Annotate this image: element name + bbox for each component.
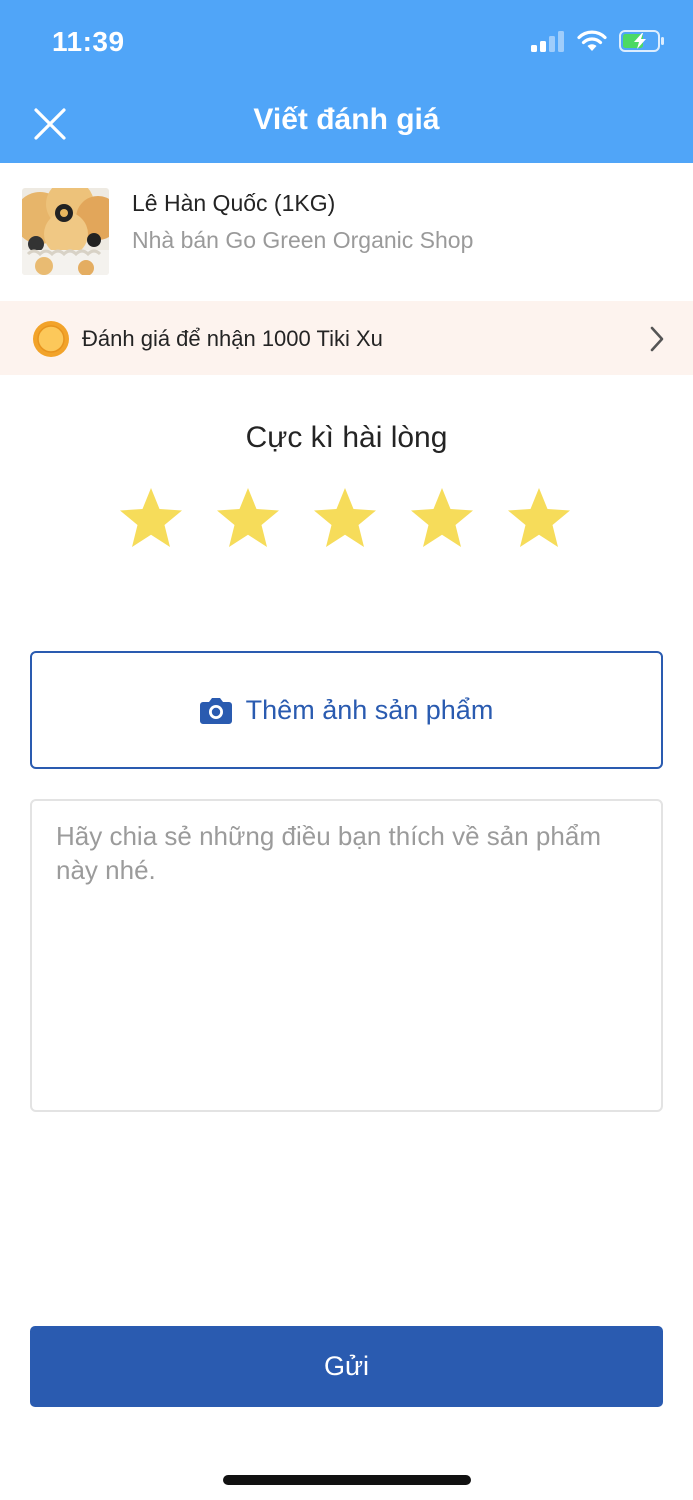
signal-icon: [531, 31, 564, 52]
chevron-right-icon: [650, 326, 664, 352]
star-2-icon[interactable]: [215, 486, 281, 552]
rating-label: Cực kì hài lòng: [245, 421, 448, 454]
add-photo-label: Thêm ảnh sản phẩm: [245, 694, 494, 725]
star-5-icon[interactable]: [506, 486, 572, 552]
reward-banner[interactable]: Đánh giá để nhận 1000 Tiki Xu: [0, 301, 693, 375]
product-thumbnail: [22, 188, 109, 275]
review-textarea[interactable]: [32, 801, 661, 1110]
star-3-icon[interactable]: [312, 486, 378, 552]
review-field-wrapper: [30, 799, 663, 1112]
coin-icon: [33, 321, 69, 357]
submit-button[interactable]: Gửi: [30, 1326, 663, 1407]
add-photo-button[interactable]: Thêm ảnh sản phẩm: [30, 651, 663, 769]
page-title: Viết đánh giá: [253, 103, 440, 136]
status-time: 11:39: [52, 26, 125, 57]
battery-charging-icon: [619, 30, 664, 52]
product-name: Lê Hàn Quốc (1KG): [132, 190, 336, 216]
wifi-icon: [577, 30, 607, 51]
seller-name: Nhà bán Go Green Organic Shop: [132, 227, 474, 253]
star-1-icon[interactable]: [118, 486, 184, 552]
app-header: 11:39 Viết đánh giá: [0, 0, 693, 163]
star-4-icon[interactable]: [409, 486, 475, 552]
product-summary: Lê Hàn Quốc (1KG) Nhà bán Go Green Organ…: [0, 163, 693, 301]
star-rating: [118, 486, 572, 552]
home-indicator: [223, 1475, 471, 1485]
reward-text: Đánh giá để nhận 1000 Tiki Xu: [82, 326, 383, 351]
camera-icon: [199, 698, 232, 724]
status-icons: [531, 30, 665, 52]
